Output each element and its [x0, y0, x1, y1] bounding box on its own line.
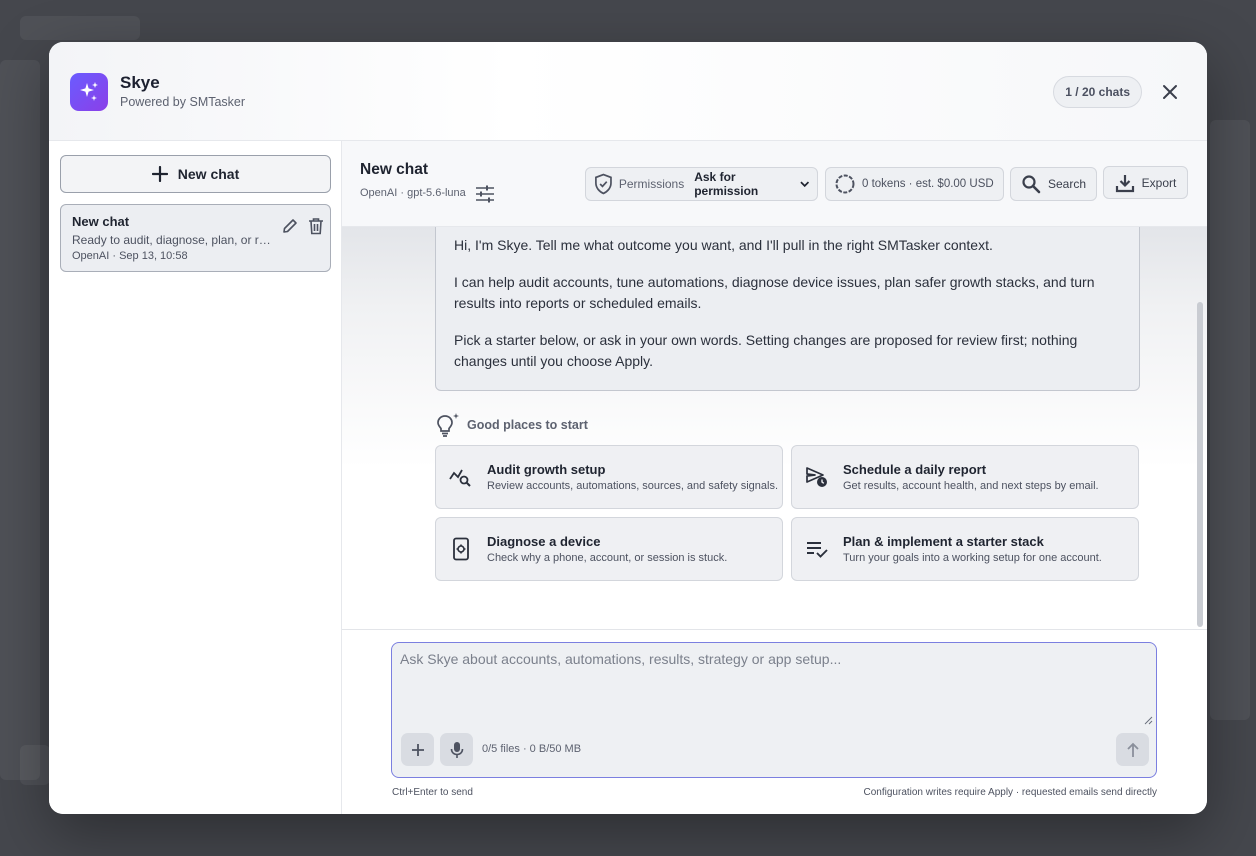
- download-icon: [1115, 174, 1134, 192]
- starter-card-title: Plan & implement a starter stack: [843, 534, 1044, 549]
- starter-card-desc: Review accounts, automations, sources, a…: [487, 480, 779, 492]
- starter-card-desc: Turn your goals into a working setup for…: [843, 552, 1102, 564]
- delete-chat-button[interactable]: [306, 215, 326, 237]
- message-input[interactable]: [400, 651, 1148, 725]
- chat-title: New chat: [360, 161, 429, 178]
- chat-count-badge: 1 / 20 chats: [1053, 76, 1142, 108]
- permissions-control: Permissions Ask for permission: [585, 167, 818, 201]
- starter-card-title: Diagnose a device: [487, 534, 601, 549]
- modal-header: Skye Powered by SMTasker 1 / 20 chats: [49, 42, 1207, 141]
- trash-icon: [309, 218, 323, 235]
- starter-card-title: Audit growth setup: [487, 462, 606, 477]
- progress-ring-icon: [835, 174, 855, 194]
- chat-toolbar: New chat OpenAI · gpt-5.6-luna Permissio…: [342, 141, 1207, 227]
- plus-icon: [411, 743, 424, 756]
- device-settings-icon: [449, 537, 473, 561]
- export-label: Export: [1141, 175, 1177, 190]
- skye-assistant-modal: Skye Powered by SMTasker 1 / 20 chats Ne…: [49, 42, 1207, 814]
- scheduled-send-icon: [805, 465, 829, 489]
- arrow-up-icon: [1126, 742, 1139, 757]
- new-chat-button[interactable]: New chat: [60, 155, 331, 193]
- starter-card-plan[interactable]: Plan & implement a starter stack Turn yo…: [791, 517, 1139, 581]
- composer-area: 0/5 files · 0 B/50 MB Ctrl+Enter to send…: [342, 629, 1207, 814]
- sliders-icon: [476, 185, 494, 203]
- app-name: Skye: [120, 73, 160, 92]
- shield-check-icon: [595, 173, 612, 195]
- welcome-paragraph: Hi, I'm Skye. Tell me what outcome you w…: [454, 237, 993, 253]
- search-button[interactable]: Search: [1010, 167, 1097, 201]
- message-scrollbar[interactable]: [1197, 302, 1203, 627]
- chat-sidebar: New chat New chat Ready to audit, diagno…: [49, 141, 342, 814]
- starter-card-diagnose[interactable]: Diagnose a device Check why a phone, acc…: [435, 517, 783, 581]
- starter-card-title: Schedule a daily report: [843, 462, 987, 477]
- chat-main: New chat OpenAI · gpt-5.6-luna Permissio…: [342, 141, 1207, 814]
- starter-card-schedule[interactable]: Schedule a daily report Get results, acc…: [791, 445, 1139, 509]
- resize-grip-icon[interactable]: [1143, 715, 1153, 725]
- checklist-icon: [805, 537, 829, 561]
- close-button[interactable]: [1158, 80, 1182, 104]
- chat-item-meta: OpenAI · Sep 13, 10:58: [72, 250, 188, 262]
- chat-list-item[interactable]: New chat Ready to audit, diagnose, plan,…: [60, 204, 331, 272]
- permissions-value: Ask for permission: [694, 170, 759, 198]
- new-chat-label: New chat: [177, 166, 240, 182]
- app-subtitle: Powered by SMTasker: [120, 95, 246, 109]
- starters-heading-label: Good places to start: [467, 418, 588, 432]
- sparkles-icon: [80, 82, 98, 101]
- export-button[interactable]: Export: [1103, 166, 1188, 199]
- send-button[interactable]: [1116, 733, 1149, 766]
- file-limit-info: 0/5 files · 0 B/50 MB: [482, 743, 582, 755]
- token-count: 0 tokens · est. $0.00 USD: [862, 178, 994, 190]
- welcome-paragraph: I can help audit accounts, tune automati…: [454, 273, 1095, 312]
- permissions-select[interactable]: Ask for permission: [694, 170, 809, 198]
- chevron-down-icon: [799, 181, 809, 188]
- send-shortcut-hint: Ctrl+Enter to send: [392, 787, 473, 798]
- search-label: Search: [1047, 177, 1087, 191]
- close-icon: [1163, 85, 1177, 99]
- composer: 0/5 files · 0 B/50 MB: [391, 642, 1157, 778]
- plus-icon: [151, 166, 168, 182]
- model-settings-button[interactable]: [474, 184, 496, 204]
- lightbulb-icon: [437, 413, 459, 437]
- rename-chat-button[interactable]: [280, 215, 300, 237]
- attach-button[interactable]: [401, 733, 434, 766]
- starter-card-desc: Get results, account health, and next st…: [843, 480, 1099, 492]
- pencil-icon: [283, 219, 297, 233]
- chat-item-preview: Ready to audit, diagnose, plan, or repor…: [72, 233, 277, 247]
- skye-logo: [70, 73, 108, 111]
- chart-search-icon: [449, 465, 473, 489]
- starter-card-audit[interactable]: Audit growth setup Review accounts, auto…: [435, 445, 783, 509]
- starters-heading: Good places to start: [435, 412, 588, 438]
- voice-input-button[interactable]: [440, 733, 473, 766]
- welcome-message: Hi, I'm Skye. Tell me what outcome you w…: [435, 227, 1140, 391]
- microphone-icon: [450, 741, 463, 758]
- chat-model-label: OpenAI · gpt-5.6-luna: [360, 187, 466, 199]
- starter-card-desc: Check why a phone, account, or session i…: [487, 552, 728, 564]
- welcome-paragraph: Pick a starter below, or ask in your own…: [454, 331, 1078, 370]
- token-usage: 0 tokens · est. $0.00 USD: [825, 167, 1004, 201]
- search-icon: [1022, 175, 1041, 194]
- message-list: Hi, I'm Skye. Tell me what outcome you w…: [342, 227, 1207, 629]
- apply-notice: Configuration writes require Apply · req…: [863, 787, 1157, 798]
- permissions-label: Permissions: [618, 177, 685, 191]
